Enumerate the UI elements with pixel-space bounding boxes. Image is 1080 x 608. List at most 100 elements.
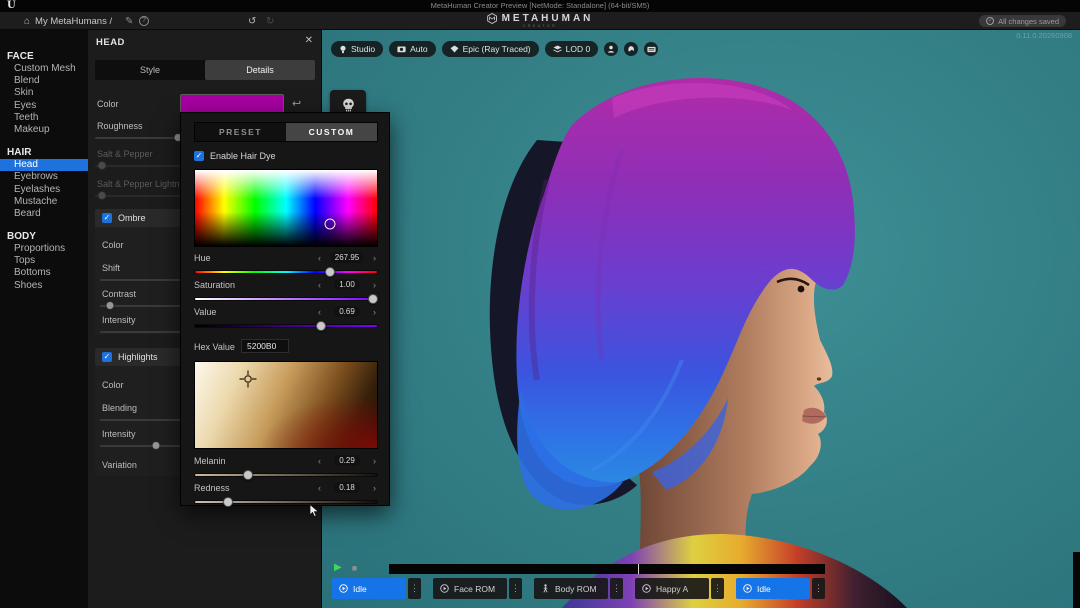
clip-face-rom[interactable]: Face ROM: [433, 578, 507, 599]
sidebar-item-tops[interactable]: Tops: [0, 255, 88, 267]
sidebar-item-skin[interactable]: Skin: [0, 87, 88, 99]
hue-label: Hue: [194, 253, 211, 263]
enable-hair-dye-row[interactable]: ✓ Enable Hair Dye: [194, 151, 276, 161]
value-slider[interactable]: [194, 324, 378, 328]
sidebar-item-beard[interactable]: Beard: [0, 208, 88, 220]
contrast-label: Contrast: [102, 289, 136, 299]
play-button[interactable]: ▶: [334, 562, 342, 574]
undo-icon: ↺: [248, 16, 256, 27]
decrement-icon[interactable]: ‹: [318, 483, 321, 493]
clip-happy-a[interactable]: Happy A: [635, 578, 709, 599]
decrement-icon[interactable]: ‹: [318, 280, 321, 290]
melanin-slider[interactable]: [194, 473, 378, 477]
sidebar-item-bottoms[interactable]: Bottoms: [0, 267, 88, 279]
contrast-slider-handle[interactable]: [106, 301, 115, 310]
camera-icon: [397, 45, 406, 53]
quality-chip[interactable]: Epic (Ray Traced): [442, 41, 539, 57]
sidebar-item-head[interactable]: Head: [0, 159, 88, 171]
rename-button[interactable]: ✎: [125, 14, 133, 28]
value-slider-handle[interactable]: [316, 321, 326, 331]
camera-auto-chip[interactable]: Auto: [389, 41, 436, 57]
lighting-studio-chip[interactable]: Studio: [331, 41, 383, 57]
hue-slider[interactable]: [194, 270, 378, 274]
stop-button[interactable]: ■: [352, 562, 357, 574]
spectrum-selector[interactable]: [324, 218, 335, 229]
decrement-icon[interactable]: ‹: [318, 253, 321, 263]
decrement-icon[interactable]: ‹: [318, 307, 321, 317]
saturation-slider[interactable]: [194, 297, 378, 301]
melanin-crosshair[interactable]: [239, 370, 257, 388]
redness-slider[interactable]: [194, 500, 378, 504]
clip-menu-button[interactable]: ⋮: [812, 578, 825, 599]
intensity-label: Intensity: [102, 315, 136, 325]
play-circle-icon: [339, 584, 348, 593]
playhead[interactable]: [638, 564, 639, 574]
increment-icon[interactable]: ›: [373, 280, 376, 290]
sidebar-section-hair: HAIR Head Eyebrows Eyelashes Mustache Be…: [0, 146, 88, 220]
sidebar-item-custom-mesh[interactable]: Custom Mesh: [0, 63, 88, 75]
clip-group: Idle ⋮: [332, 578, 421, 599]
melanin-slider-handle[interactable]: [243, 470, 253, 480]
saturation-slider-handle[interactable]: [368, 294, 378, 304]
tab-custom[interactable]: CUSTOM: [286, 123, 377, 141]
hue-slider-handle[interactable]: [325, 267, 335, 277]
lightbulb-icon: [339, 45, 347, 54]
clip-menu-button[interactable]: ⋮: [509, 578, 522, 599]
highlights-checkbox[interactable]: ✓: [102, 352, 112, 362]
undo-button[interactable]: ↺: [248, 14, 256, 28]
3d-viewport[interactable]: 0.11.0.20260908: [322, 30, 1080, 608]
sidebar-item-shoes[interactable]: Shoes: [0, 280, 88, 292]
clip-idle-2[interactable]: Idle: [736, 578, 810, 599]
sidebar-item-proportions[interactable]: Proportions: [0, 243, 88, 255]
sidebar-item-blend[interactable]: Blend: [0, 75, 88, 87]
walking-person-icon: [541, 584, 550, 593]
hue-saturation-spectrum[interactable]: [194, 169, 378, 247]
ombre-checkbox[interactable]: ✓: [102, 213, 112, 223]
clip-label: Body ROM: [555, 584, 597, 594]
melanin-value[interactable]: 0.29: [334, 455, 360, 466]
tab-details[interactable]: Details: [205, 60, 315, 80]
enable-hair-dye-checkbox[interactable]: ✓: [194, 151, 204, 161]
tab-style[interactable]: Style: [95, 60, 205, 80]
clip-idle-1[interactable]: Idle: [332, 578, 406, 599]
help-button[interactable]: ?: [139, 14, 149, 28]
decrement-icon[interactable]: ‹: [318, 456, 321, 466]
lod-chip-label: LOD 0: [566, 44, 591, 54]
clip-menu-button[interactable]: ⋮: [610, 578, 623, 599]
sidebar-item-makeup[interactable]: Makeup: [0, 124, 88, 136]
tab-preset[interactable]: PRESET: [195, 123, 286, 141]
redness-slider-handle[interactable]: [223, 497, 233, 507]
close-icon[interactable]: ✕: [305, 35, 313, 46]
clip-menu-button[interactable]: ⋮: [408, 578, 421, 599]
timeline-scrubbar[interactable]: [389, 564, 825, 574]
clip-menu-button[interactable]: ⋮: [711, 578, 724, 599]
keyboard-icon: [647, 46, 656, 53]
keyboard-shortcuts-button[interactable]: [644, 42, 658, 56]
increment-icon[interactable]: ›: [373, 483, 376, 493]
hex-value-input[interactable]: 5200B0: [241, 339, 289, 353]
melanin-spectrum[interactable]: [194, 361, 378, 449]
redo-button[interactable]: ↻: [266, 14, 274, 28]
increment-icon[interactable]: ›: [373, 253, 376, 263]
breadcrumb[interactable]: ⌂ My MetaHumans /: [24, 14, 112, 28]
clip-body-rom[interactable]: Body ROM: [534, 578, 608, 599]
sidebar-item-mustache[interactable]: Mustache: [0, 196, 88, 208]
lod-chip[interactable]: LOD 0: [545, 41, 599, 57]
preview-mesh-button[interactable]: [604, 42, 618, 56]
play-circle-icon: [743, 584, 752, 593]
sidebar-item-eyes[interactable]: Eyes: [0, 100, 88, 112]
panel-title: HEAD: [96, 37, 125, 48]
increment-icon[interactable]: ›: [373, 307, 376, 317]
saturation-value[interactable]: 1.00: [334, 279, 360, 290]
sidebar-item-eyebrows[interactable]: Eyebrows: [0, 171, 88, 183]
camera-chip-label: Auto: [410, 44, 428, 54]
groom-preview-button[interactable]: [624, 42, 638, 56]
highlights-intensity-slider-handle[interactable]: [152, 441, 161, 450]
sidebar-item-teeth[interactable]: Teeth: [0, 112, 88, 124]
redness-value[interactable]: 0.18: [334, 482, 360, 493]
value-value[interactable]: 0.69: [334, 306, 360, 317]
reset-color-icon[interactable]: ↩: [292, 97, 301, 110]
sidebar-item-eyelashes[interactable]: Eyelashes: [0, 184, 88, 196]
increment-icon[interactable]: ›: [373, 456, 376, 466]
hue-value[interactable]: 267.95: [330, 252, 364, 263]
